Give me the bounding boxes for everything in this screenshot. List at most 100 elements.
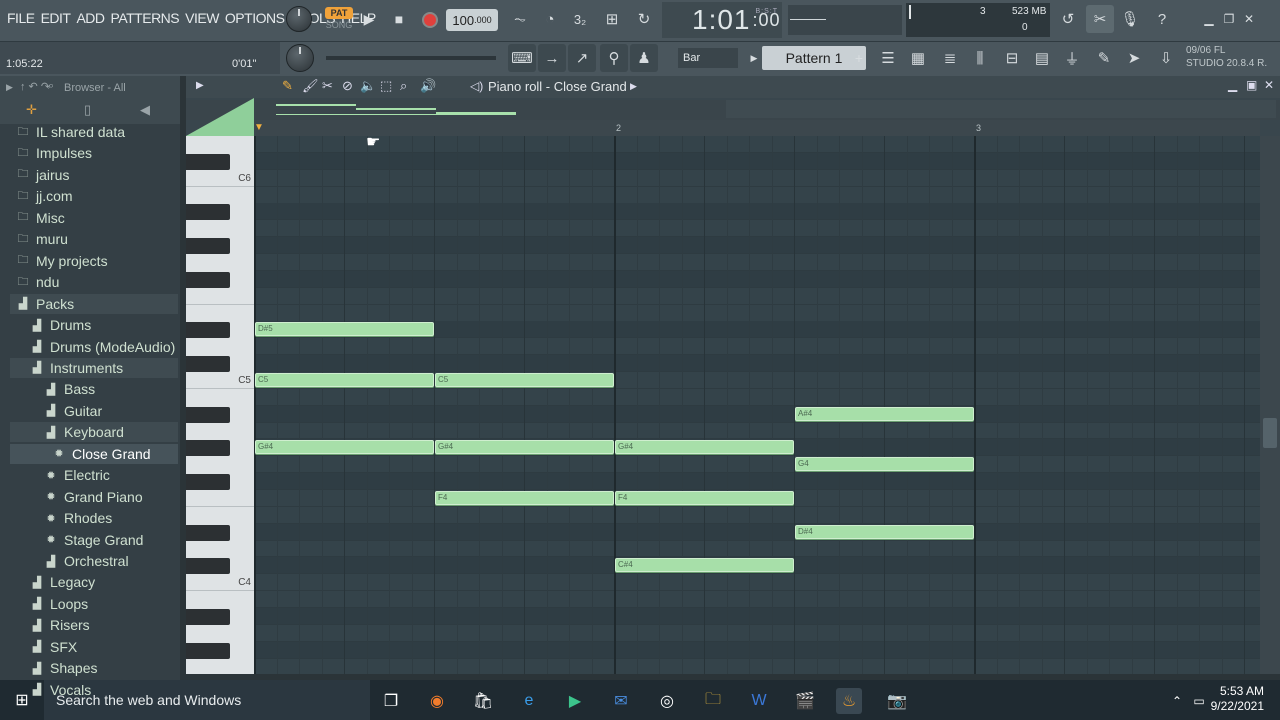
menu-edit[interactable]: EDIT (38, 10, 74, 26)
link-icon[interactable]: ⚲ (600, 44, 628, 72)
note[interactable]: F4 (615, 490, 794, 505)
typing-keyboard-icon[interactable]: ⌨ (508, 44, 536, 72)
note[interactable]: F4 (435, 490, 614, 505)
black-key[interactable] (186, 406, 230, 423)
pattern-prev-arrow-icon[interactable]: ▶ (748, 48, 760, 68)
note[interactable]: G#4 (435, 440, 614, 455)
browser-item[interactable]: 🗀 muru (10, 229, 178, 249)
note[interactable]: G#4 (255, 440, 434, 455)
browser-item[interactable]: ▟ Risers (10, 615, 178, 635)
black-key[interactable] (186, 642, 230, 659)
master-pitch-knob[interactable] (286, 44, 314, 72)
black-key[interactable] (186, 608, 230, 625)
pat-song-toggle[interactable]: PAT SONG (324, 4, 354, 34)
wait-for-input-icon[interactable]: ◔ (536, 5, 564, 33)
help-icon[interactable]: ? (1148, 5, 1176, 33)
options-arrow-icon[interactable]: ▶ (196, 80, 204, 91)
stamp-icon[interactable]: ♟ (630, 44, 658, 72)
record-icon[interactable] (418, 8, 442, 32)
touch-controller-icon[interactable]: ➤ (1120, 44, 1148, 72)
mute-tool-icon[interactable]: ⊘ (342, 78, 353, 94)
black-key[interactable] (186, 238, 230, 255)
microphone-icon[interactable]: 🎙 (1116, 5, 1144, 33)
speaker-icon[interactable]: ◀ (140, 102, 150, 118)
browser-item[interactable]: ▟ Instruments (10, 357, 178, 378)
close-window-icon[interactable]: ✕ (1264, 78, 1274, 92)
fl-studio-icon[interactable]: ♨ (836, 688, 862, 714)
vertical-scrollbar[interactable] (1260, 136, 1280, 674)
piano-roll-icon[interactable]: ▦ (904, 44, 932, 72)
black-key[interactable] (186, 524, 230, 541)
play-icon[interactable]: ▶ (358, 8, 380, 30)
minimize-icon[interactable]: ▁ (1200, 10, 1218, 28)
browser-item[interactable]: 🗀 My projects (10, 251, 178, 271)
black-key[interactable] (186, 474, 230, 490)
black-key[interactable] (186, 440, 230, 457)
word-icon[interactable]: W (746, 688, 772, 714)
browser-item[interactable]: 🗀 IL shared data (10, 122, 178, 142)
channel-rack-icon[interactable]: ≣ (936, 44, 964, 72)
browser-item[interactable]: ▟ SFX (10, 637, 178, 657)
piano-keyboard[interactable]: C6 C5 C4 (186, 136, 254, 674)
note[interactable]: G4 (795, 457, 974, 472)
scroll-thumb[interactable] (1263, 418, 1277, 448)
obs-icon[interactable]: ◎ (654, 688, 680, 714)
undo-history-icon[interactable]: ↺ (1054, 5, 1082, 33)
pencil-tool-icon[interactable]: ✎ (282, 78, 293, 94)
download-icon[interactable]: ⇩ (1152, 44, 1180, 72)
arrow-icon[interactable]: → (538, 44, 566, 72)
speaker-tool-icon[interactable]: 🔈 (360, 78, 376, 94)
playback-tool-icon[interactable]: 🔊 (420, 78, 436, 94)
countdown-icon[interactable]: 3₂ (566, 5, 594, 33)
note-grid[interactable]: D#5 C5 G#4 C5 G#4 F4 G#4 F4 C#4 A#4 G4 D#4 (254, 136, 1260, 674)
black-key[interactable] (186, 153, 230, 170)
browser-item[interactable]: 🗀 ndu (10, 272, 178, 292)
search-icon[interactable]: ⌕ (48, 80, 54, 93)
file-icon[interactable]: ▯ (84, 102, 91, 118)
step-edit-icon[interactable]: ⊞ (598, 5, 626, 33)
browser-item[interactable]: ▟ Vocals (10, 680, 178, 700)
brush-tool-icon[interactable]: 🖌 (302, 78, 319, 94)
menu-options[interactable]: OPTIONS (222, 10, 288, 26)
star-icon[interactable]: ✛ (26, 102, 37, 118)
black-key[interactable] (186, 322, 230, 339)
browser-item[interactable]: ✹ Electric (10, 465, 178, 485)
mixer-icon[interactable]: ⫼ (966, 44, 994, 72)
menu-add[interactable]: ADD (73, 10, 107, 26)
plugin-database-icon[interactable]: ⏚ (1058, 44, 1086, 72)
note[interactable]: D#4 (795, 524, 974, 539)
file-explorer-icon[interactable]: 🗀 (700, 688, 726, 714)
loop-record-icon[interactable]: ↻ (630, 5, 658, 33)
restore-icon[interactable]: ❐ (1220, 10, 1238, 28)
browser-item[interactable]: ✹ Grand Piano (10, 487, 178, 507)
browser-back-icon[interactable]: ↑ ↶ ↷ (20, 80, 50, 93)
black-key[interactable] (186, 204, 230, 221)
browser-item[interactable]: 🗀 jairus (10, 165, 178, 185)
browser-item[interactable]: 🗀 jj.com (10, 186, 178, 206)
playhead-marker-icon[interactable]: ▼ (254, 122, 264, 133)
taskbar-clock[interactable]: 5:53 AM 9/22/2021 (1208, 684, 1264, 714)
media-app-icon[interactable]: ▶ (562, 688, 588, 714)
store-icon[interactable]: 🛍 (470, 688, 496, 714)
cut-tool-icon[interactable]: ✂ (1086, 5, 1114, 33)
browser-icon[interactable]: ▤ (1028, 44, 1056, 72)
pitch-slider[interactable] (326, 56, 496, 60)
browser-item[interactable]: ▟ Shapes (10, 658, 178, 678)
playlist-icon[interactable]: ☰ (874, 44, 902, 72)
browser-item[interactable]: ▟ Guitar (10, 401, 178, 421)
camera-icon[interactable]: 📷 (884, 688, 910, 714)
event-minimap[interactable] (186, 100, 1280, 120)
firefox-icon[interactable]: ◉ (424, 688, 450, 714)
browser-item[interactable]: ▟ Loops (10, 594, 178, 614)
metronome-icon[interactable]: ⏦ (506, 5, 534, 33)
browser-item[interactable]: ▟ Packs (10, 293, 178, 314)
browser-item[interactable]: ▟ Drums (10, 315, 178, 335)
slide-icon[interactable]: ↗ (568, 44, 596, 72)
stop-icon[interactable]: ■ (388, 8, 410, 30)
snap-selector[interactable]: Bar (678, 48, 738, 68)
black-key[interactable] (186, 271, 230, 288)
maximize-window-icon[interactable]: ▣ (1246, 78, 1257, 92)
browser-item[interactable]: ▟ Drums (ModeAudio) (10, 337, 178, 357)
select-tool-icon[interactable]: ⬚ (380, 78, 392, 94)
browser-item[interactable]: ▟ Orchestral (10, 551, 178, 571)
